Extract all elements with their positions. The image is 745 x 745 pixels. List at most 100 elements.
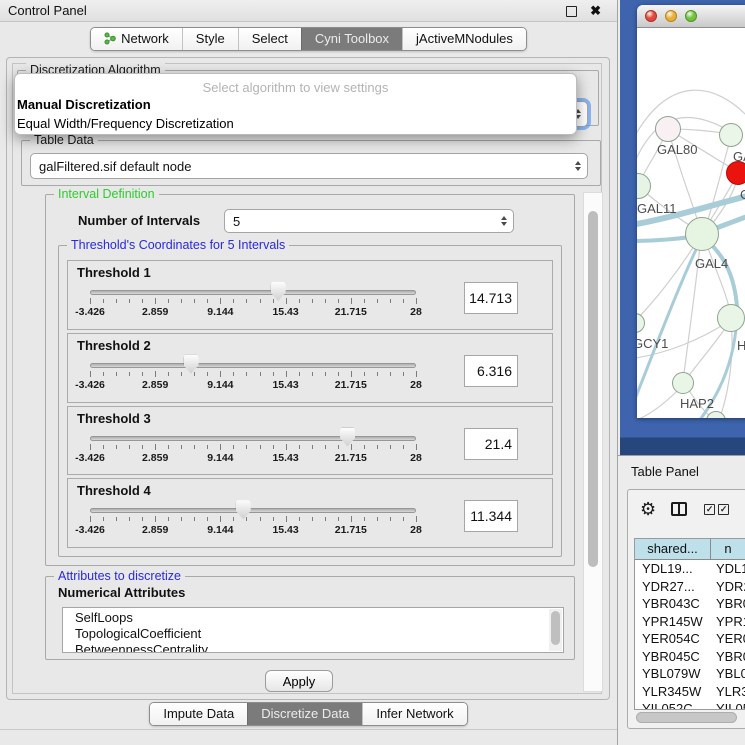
tab-label: Cyni Toolbox xyxy=(315,31,389,46)
minimize-window-icon[interactable] xyxy=(665,10,677,22)
threshold-slider[interactable]: -3.4262.8599.14415.4321.71528 xyxy=(90,284,416,326)
list-scrollbar[interactable] xyxy=(549,609,562,651)
slider-tick xyxy=(129,517,130,521)
slider-track[interactable] xyxy=(90,508,416,513)
settings-scrollbar-thumb[interactable] xyxy=(588,211,598,567)
algorithm-option[interactable]: Equal Width/Frequency Discretization xyxy=(15,114,576,133)
threshold-slider[interactable]: -3.4262.8599.14415.4321.71528 xyxy=(90,502,416,544)
settings-scrollbar[interactable] xyxy=(583,192,603,692)
tab-network[interactable]: Network xyxy=(91,28,182,50)
cell-name[interactable]: YIL052C xyxy=(711,700,745,710)
threshold-label: Threshold 1 xyxy=(77,265,151,280)
table-row[interactable]: YLR345WYLR345W xyxy=(635,683,745,701)
columns-icon[interactable] xyxy=(671,502,687,516)
tab-impute-data[interactable]: Impute Data xyxy=(150,703,247,725)
cell-name[interactable]: YDL19... xyxy=(711,560,745,578)
threshold-panel: Threshold 4-3.4262.8599.14415.4321.71528… xyxy=(67,478,553,548)
attribute-list-item[interactable]: TopologicalCoefficient xyxy=(75,626,563,642)
apply-button[interactable]: Apply xyxy=(265,670,333,692)
network-node[interactable] xyxy=(655,116,681,142)
table-row[interactable]: YER054CYER054C xyxy=(635,630,745,648)
algorithm-placeholder-option[interactable]: Select algorithm to view settings xyxy=(15,80,576,95)
table-row[interactable]: YBL079WYBL079W xyxy=(635,665,745,683)
tab-infer-network[interactable]: Infer Network xyxy=(362,703,466,725)
slider-tick xyxy=(207,445,208,449)
cell-shared-name[interactable]: YDL19... xyxy=(635,560,711,578)
zoom-window-icon[interactable] xyxy=(685,10,697,22)
table-row[interactable]: YIL052CYIL052C xyxy=(635,700,745,710)
node-table: shared... n YDL19...YDL19...YDR27...YDR2… xyxy=(634,538,745,710)
cell-shared-name[interactable]: YBR045C xyxy=(635,648,711,666)
table-row[interactable]: YPR145WYPR145W xyxy=(635,613,745,631)
tab-discretize-data[interactable]: Discretize Data xyxy=(247,703,362,725)
cell-name[interactable]: YBR045C xyxy=(711,648,745,666)
cell-shared-name[interactable]: YBL079W xyxy=(635,665,711,683)
cell-shared-name[interactable]: YLR345W xyxy=(635,683,711,701)
slider-thumb[interactable] xyxy=(340,428,355,447)
slider-tick xyxy=(325,445,326,449)
slider-tick xyxy=(168,372,169,376)
threshold-value-field[interactable]: 11.344 xyxy=(464,500,518,532)
number-of-intervals-combo[interactable]: 5 xyxy=(224,209,514,233)
slider-tick xyxy=(312,517,313,521)
tab-cyni-toolbox[interactable]: Cyni Toolbox xyxy=(301,28,402,50)
algorithm-option[interactable]: Manual Discretization xyxy=(15,95,576,114)
threshold-value-field[interactable]: 21.4 xyxy=(464,428,518,460)
table-hscrollbar-thumb[interactable] xyxy=(636,712,737,723)
cell-shared-name[interactable]: YIL052C xyxy=(635,700,711,710)
slider-track[interactable] xyxy=(90,363,416,368)
float-panel-icon[interactable] xyxy=(566,6,577,17)
attributes-listbox[interactable]: SelfLoopsTopologicalCoefficientBetweenne… xyxy=(62,607,564,653)
network-node[interactable] xyxy=(672,372,694,394)
table-row[interactable]: YBR045CYBR045C xyxy=(635,648,745,666)
network-node[interactable] xyxy=(726,161,745,185)
select-columns-icon[interactable]: ✓ xyxy=(704,504,715,515)
table-data-combo[interactable]: galFiltered.sif default node xyxy=(30,153,588,179)
cell-name[interactable]: YPR145W xyxy=(711,613,745,631)
network-canvas[interactable]: GAL80GACGAL11GAL4GCY1HHAP2 xyxy=(637,29,745,418)
close-panel-icon[interactable]: ✖ xyxy=(590,3,601,19)
network-window[interactable]: GAL80GACGAL11GAL4GCY1HHAP2 xyxy=(637,5,745,418)
threshold-slider[interactable]: -3.4262.8599.14415.4321.71528 xyxy=(90,357,416,399)
column-header-shared-name[interactable]: shared... xyxy=(635,539,711,560)
network-node[interactable] xyxy=(685,217,719,251)
cell-name[interactable]: YER054C xyxy=(711,630,745,648)
table-row[interactable]: YDL19...YDL19... xyxy=(635,560,745,578)
table-row[interactable]: YDR27...YDR27... xyxy=(635,578,745,596)
attribute-list-item[interactable]: BetweennessCentrality xyxy=(75,642,563,653)
tab-jactivemnodules[interactable]: jActiveMNodules xyxy=(402,28,526,50)
close-window-icon[interactable] xyxy=(645,10,657,22)
threshold-value-field[interactable]: 6.316 xyxy=(464,355,518,387)
slider-tick xyxy=(233,517,234,521)
slider-thumb[interactable] xyxy=(236,500,251,519)
axis-tick-label: 28 xyxy=(410,379,422,391)
cell-name[interactable]: YLR345W xyxy=(711,683,745,701)
network-node[interactable] xyxy=(719,123,743,147)
threshold-slider[interactable]: -3.4262.8599.14415.4321.71528 xyxy=(90,430,416,472)
slider-tick xyxy=(403,445,404,449)
cell-name[interactable]: YBR043C xyxy=(711,595,745,613)
network-node[interactable] xyxy=(717,304,745,332)
attribute-list-item[interactable]: SelfLoops xyxy=(75,610,563,626)
cell-shared-name[interactable]: YBR043C xyxy=(635,595,711,613)
cell-shared-name[interactable]: YDR27... xyxy=(635,578,711,596)
tab-select[interactable]: Select xyxy=(238,28,301,50)
slider-track[interactable] xyxy=(90,436,416,441)
column-header-name[interactable]: n xyxy=(711,539,745,560)
slider-thumb[interactable] xyxy=(184,355,199,374)
table-row[interactable]: YBR043CYBR043C xyxy=(635,595,745,613)
table-horizontal-scrollbar[interactable] xyxy=(636,712,740,723)
tab-style[interactable]: Style xyxy=(182,28,238,50)
axis-tick-label: 2.859 xyxy=(142,306,168,318)
slider-track[interactable] xyxy=(90,290,416,295)
cell-name[interactable]: YBL079W xyxy=(711,665,745,683)
select-all-icon[interactable]: ✓ xyxy=(718,504,729,515)
list-scrollbar-thumb[interactable] xyxy=(551,611,560,645)
cell-name[interactable]: YDR27... xyxy=(711,578,745,596)
gear-icon[interactable]: ⚙ xyxy=(640,499,656,519)
numerical-attributes-label: Numerical Attributes xyxy=(58,585,185,600)
cell-shared-name[interactable]: YER054C xyxy=(635,630,711,648)
cell-shared-name[interactable]: YPR145W xyxy=(635,613,711,631)
threshold-value-field[interactable]: 14.713 xyxy=(464,282,518,314)
slider-tick xyxy=(194,372,195,376)
